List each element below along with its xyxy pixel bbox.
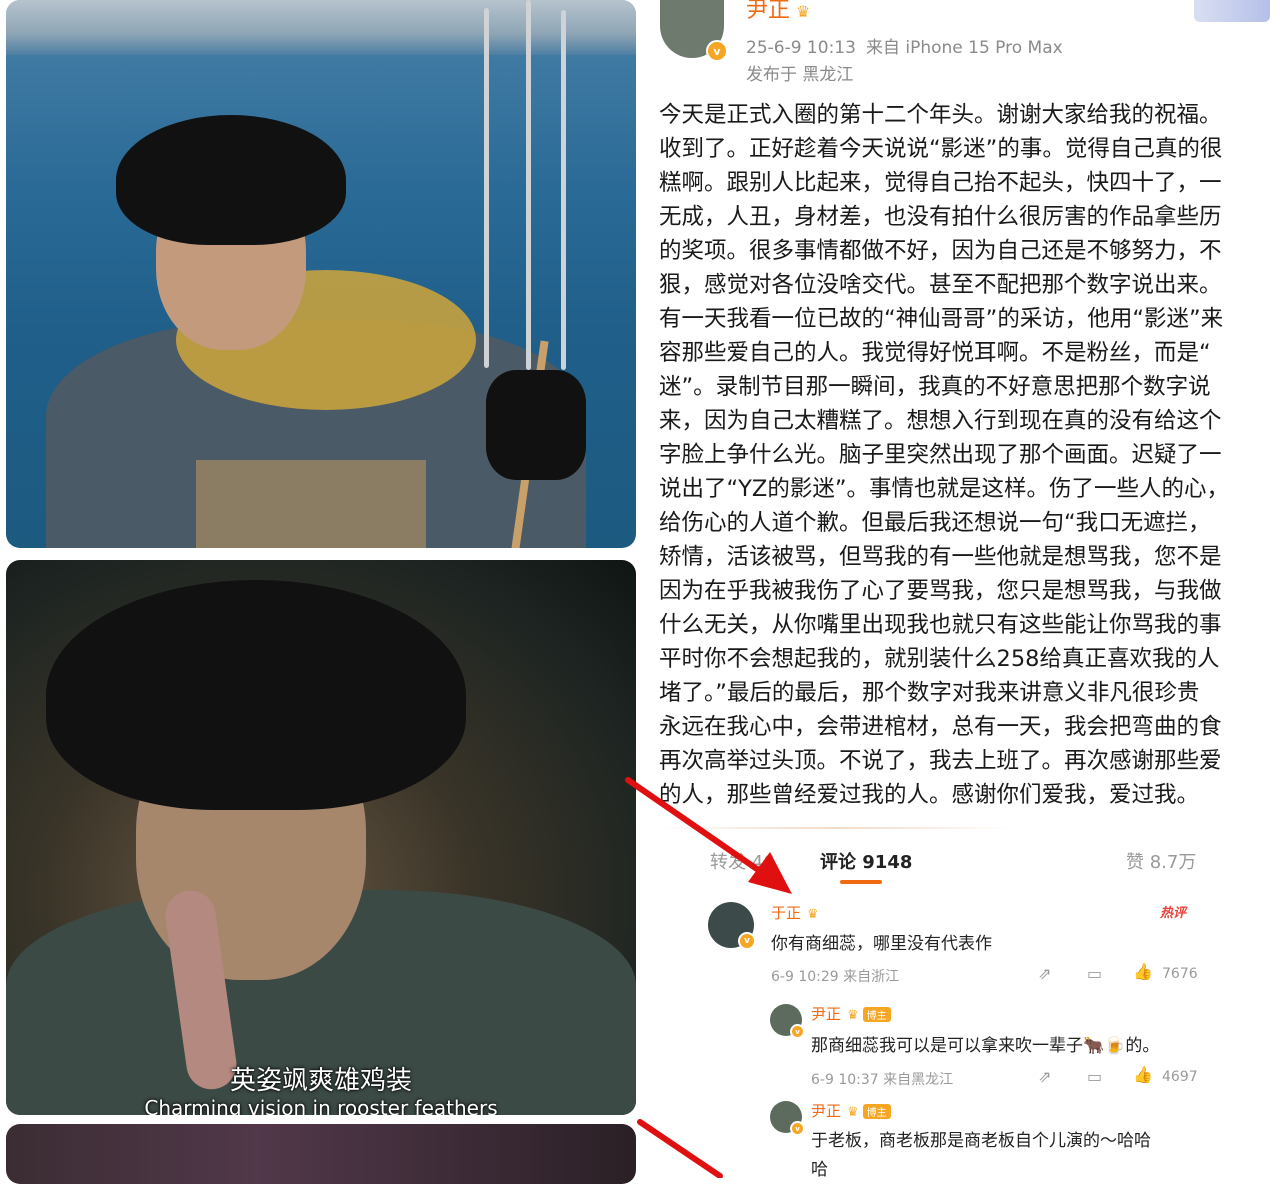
post-line: 糕啊。跟别人比起来，觉得自己抬不起头，快四十了，一 — [659, 170, 1222, 196]
fork-tine — [526, 0, 531, 370]
post-meta: 25-6-9 10:13 来自 iPhone 15 Pro Max — [746, 33, 1073, 58]
commenter-name[interactable]: 于正 ♛ — [771, 902, 819, 923]
crown-icon: ♛ — [847, 1008, 859, 1023]
post-location: 发布于 黑龙江 — [746, 65, 854, 85]
commenter-name-text[interactable]: 尹正 — [811, 1005, 841, 1023]
post-line: 矫情，活该被骂，但骂我的有一些他就是想骂我，您不是 — [659, 544, 1222, 570]
post-line: 收到了。正好趁着今天说说“影迷”的事。觉得自己真的很 — [659, 136, 1223, 162]
verified-badge-icon: v — [738, 932, 756, 950]
post-line: 今天是正式入圈的第十二个年头。谢谢大家给我的祝福。 — [659, 102, 1222, 128]
post-line: 容那些爱自己的人。我觉得好悦耳啊。不是粉丝，而是“ — [659, 340, 1211, 366]
post-line: 给伤心的人道个歉。但最后我还想说一句“我口无遮拦， — [659, 510, 1211, 536]
verified-badge-icon: v — [706, 40, 728, 62]
fork-tine — [561, 10, 566, 370]
post-line: 永远在我心中，会带进棺材，总有一天，我会把弯曲的食 — [659, 714, 1222, 740]
post-line: 的人，那些曾经爱过我的人。感谢你们爱我，爱过我。 — [659, 782, 1200, 808]
commenter-name-text[interactable]: 尹正 — [811, 1102, 841, 1120]
tab-repost[interactable]: 转发 46 — [710, 848, 775, 874]
comment-meta: 6-9 10:29 来自浙江 — [771, 969, 900, 985]
post-line: 迷”。录制节目那一瞬间，我真的不好意思把那个数字说 — [659, 374, 1211, 400]
divider — [660, 827, 1010, 829]
hair-shape — [46, 580, 466, 810]
author-name[interactable]: 尹正 — [746, 0, 790, 23]
post-line: 有一天我看一位已故的“神仙哥哥”的采访，他用“影迷”来 — [659, 306, 1224, 332]
post-line: 来，因为自己太糟糕了。想想入行到现在真的没有给这个 — [659, 408, 1222, 434]
crown-icon: ♛ — [847, 1105, 859, 1120]
glove-shape — [486, 370, 586, 480]
post-author[interactable]: 尹正 ♛ — [746, 0, 810, 24]
post-line: 说出了“YZ的影迷”。事情也就是这样。伤了一些人的心， — [659, 476, 1229, 502]
comment-text: 你有商细蕊，哪里没有代表作 — [771, 934, 992, 954]
like-icon[interactable]: 👍 — [1133, 1065, 1153, 1084]
share-icon[interactable]: ⇗ — [1038, 964, 1051, 983]
author-tag: 博主 — [862, 1104, 891, 1119]
post-date: 25-6-9 10:13 — [746, 38, 856, 58]
post-body: 今天是正式入圈的第十二个年头。谢谢大家给我的祝福。 收到了。正好趁着今天说说“影… — [659, 98, 1280, 814]
crown-icon: ♛ — [796, 2, 811, 21]
post-line: 无成，人丑，身材差，也没有拍什么很厉害的作品拿些历 — [659, 204, 1222, 230]
hot-comment-badge: 热评 — [1160, 906, 1187, 921]
tab-comments[interactable]: 评论 9148 — [820, 848, 912, 874]
comment-text: 那商细蕊我可以是可以拿来吹一辈子🐂🍺的。 — [811, 1036, 1160, 1056]
movie-still-sea — [6, 0, 636, 548]
shoreline — [6, 0, 636, 55]
like-icon[interactable]: 👍 — [1133, 962, 1153, 981]
post-line: 平时你不会想起我的，就别装什么258给真正喜欢我的人 — [659, 646, 1220, 672]
crown-icon: ♛ — [807, 907, 819, 922]
post-line: 的奖项。很多事情都做不好，因为自己还是不够努力，不 — [659, 238, 1222, 264]
post-device: 来自 iPhone 15 Pro Max — [865, 38, 1063, 58]
commenter-name[interactable]: 尹正 ♛ 博主 — [811, 1003, 891, 1024]
subtitle-chinese: 英姿飒爽雄鸡装 — [229, 1066, 412, 1096]
commenter-name[interactable]: 尹正 ♛ 博主 — [811, 1100, 891, 1121]
author-tag: 博主 — [862, 1007, 891, 1022]
comment-text-line: 哈 — [811, 1160, 828, 1180]
verified-badge-icon: v — [790, 1024, 805, 1039]
post-line: 堵了。”最后的最后，那个数字对我来讲意义非凡很珍贵 — [659, 680, 1200, 706]
commenter-name-text[interactable]: 于正 — [771, 904, 801, 922]
post-line: 再次高举过头顶。不说了，我去上班了。再次感谢那些爱 — [659, 748, 1222, 774]
movie-still-closeup: 英姿飒爽雄鸡装 Charming vision in rooster feath… — [6, 560, 636, 1115]
reply-icon[interactable]: ▭ — [1087, 964, 1102, 983]
comment-text-line: 于老板，商老板那是商老板自个儿演的～哈哈 — [811, 1131, 1151, 1151]
post-line: 字脸上争什么光。脑子里突然出现了那个画面。迟疑了一 — [659, 442, 1222, 468]
overalls-shape — [196, 460, 426, 548]
movie-still-partial — [6, 1124, 636, 1184]
verified-badge-icon: v — [790, 1121, 805, 1136]
subtitle-english: Charming vision in rooster feathers — [144, 1096, 498, 1115]
post-line: 什么无关，从你嘴里出现我也就只有这些能让你骂我的事 — [659, 612, 1222, 638]
commenter-avatar[interactable]: v — [708, 902, 756, 950]
like-count: 7676 — [1162, 966, 1198, 982]
tab-likes[interactable]: 赞 8.7万 — [1126, 848, 1196, 874]
reply-icon[interactable]: ▭ — [1087, 1067, 1102, 1086]
author-avatar[interactable]: v — [660, 0, 728, 62]
commenter-avatar[interactable]: v — [770, 1004, 805, 1039]
corner-avatar[interactable] — [1194, 0, 1270, 22]
like-count: 4697 — [1162, 1069, 1198, 1085]
commenter-avatar[interactable]: v — [770, 1101, 805, 1136]
share-icon[interactable]: ⇗ — [1038, 1067, 1051, 1086]
post-line: 狠，感觉对各位没啥交代。甚至不配把那个数字说出来。 — [659, 272, 1222, 298]
comment-meta: 6-9 10:37 来自黑龙江 — [811, 1072, 954, 1088]
active-tab-indicator — [840, 880, 882, 884]
hair-shape — [116, 115, 346, 245]
red-arrow-icon — [637, 1119, 723, 1178]
fork-tine — [484, 8, 489, 368]
post-line: 因为在乎我被我伤了心了要骂我，您只是想骂我，与我做 — [659, 578, 1222, 604]
